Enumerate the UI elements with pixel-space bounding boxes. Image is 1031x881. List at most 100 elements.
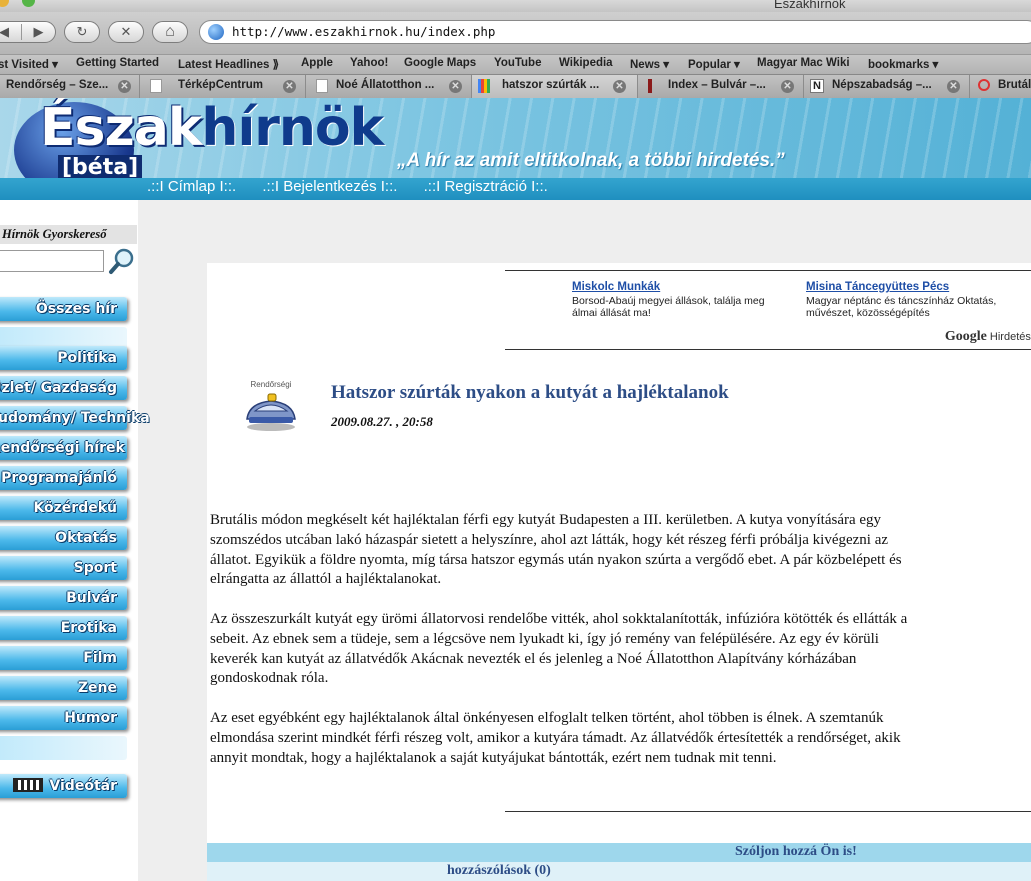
quick-search-input[interactable]: [0, 250, 104, 272]
site-logo[interactable]: Északhírnök: [40, 98, 384, 158]
article-body: Brutális módon megkéselt két hajléktalan…: [210, 511, 925, 788]
article-paragraph: Az eset egyébként egy hajléktalanok álta…: [210, 709, 901, 766]
article-paragraph: Az összeszurkált kutyát egy ürömi állato…: [210, 610, 908, 687]
tab-close-icon[interactable]: ✕: [118, 80, 131, 93]
tab-close-icon[interactable]: ✕: [283, 80, 296, 93]
tab-label: Népszabadság –...: [832, 79, 932, 91]
article-date: 2009.08.27. , 20:58: [331, 414, 433, 429]
header-nav: .::I Címlap I::. .::I Bejelentkezés I::.…: [147, 178, 570, 195]
tab-nepszabadsag[interactable]: N Népszabadság –... ✕: [804, 75, 970, 98]
police-category-icon: Rendőrségi: [243, 380, 299, 434]
reload-button[interactable]: ↻: [64, 21, 100, 43]
tab-close-icon[interactable]: ✕: [781, 80, 794, 93]
menu-tudomany-technika[interactable]: Tudomány/ Technika: [0, 406, 150, 430]
browser-toolbar: ◀ ▶ ↻ ✕ ⌂ http://www.eszakhirnok.hu/inde…: [0, 12, 1031, 54]
menu-kozerdeku[interactable]: Közérdekű: [0, 496, 127, 520]
menu-politika[interactable]: Politika: [0, 346, 127, 370]
comment-cta-bar: Szóljon hozzá Ön is!: [207, 843, 1031, 862]
tab-close-icon[interactable]: ✕: [613, 80, 626, 93]
google-ads-label[interactable]: Google Hirdetése: [945, 329, 1031, 345]
bookmark-latest-headlines[interactable]: Latest Headlines ⟫: [178, 57, 279, 71]
tab-terkepcentrum[interactable]: TérképCentrum ✕: [140, 75, 306, 98]
tab-brutal[interactable]: Brutál: [970, 75, 1031, 98]
ad-item: Misina Táncegyüttes Pécs Magyar néptánc …: [806, 281, 1026, 319]
ad-item: Miskolc Munkák Borsod-Abaúj megyei állás…: [572, 281, 792, 319]
menu-bulvar[interactable]: Bulvár: [0, 586, 127, 610]
back-button[interactable]: ◀: [0, 24, 21, 40]
tab-bar: Rendőrség – Sze... ✕ TérképCentrum ✕ Noé…: [0, 74, 1031, 98]
tab-label: TérképCentrum: [178, 79, 263, 91]
minimize-light-icon[interactable]: [0, 0, 9, 7]
bookmark-apple[interactable]: Apple: [301, 57, 333, 69]
stop-icon: ✕: [120, 24, 132, 39]
home-icon: ⌂: [165, 23, 175, 40]
tab-index-bulvar[interactable]: Index – Bulvár –... ✕: [638, 75, 804, 98]
tab-close-icon[interactable]: ✕: [947, 80, 960, 93]
back-forward-buttons: ◀ ▶: [0, 21, 56, 43]
search-favicon-icon: [978, 79, 990, 91]
menu-humor[interactable]: Humor: [0, 706, 127, 730]
bookmark-youtube[interactable]: YouTube: [494, 57, 541, 69]
ad-text: Magyar néptánc és táncszínház Oktatás, m…: [806, 295, 997, 319]
nav-link-bejelentkezes[interactable]: .::I Bejelentkezés I::.: [262, 178, 397, 195]
ad-link[interactable]: Miskolc Munkák: [572, 281, 792, 293]
film-strip-icon: [13, 778, 44, 792]
forward-button[interactable]: ▶: [21, 24, 55, 40]
bookmark-folder[interactable]: bookmarks ▾: [868, 57, 938, 71]
bookmark-google-maps[interactable]: Google Maps: [404, 57, 476, 69]
address-bar[interactable]: http://www.eszakhirnok.hu/index.php: [199, 20, 1031, 44]
comment-count-bar: hozzászólások (0): [207, 862, 1031, 881]
bookmark-wikipedia[interactable]: Wikipedia: [559, 57, 613, 69]
site-globe-icon: [208, 24, 224, 40]
menu-sport[interactable]: Sport: [0, 556, 127, 580]
ad-text: Borsod-Abaúj megyei állások, találja meg…: [572, 295, 765, 319]
nav-link-cimlap[interactable]: .::I Címlap I::.: [147, 178, 236, 195]
menu-videotar[interactable]: Videótár: [0, 774, 127, 798]
article-paragraph: Brutális módon megkéselt két hajléktalan…: [210, 512, 902, 588]
ad-link[interactable]: Misina Táncegyüttes Pécs: [806, 281, 1026, 293]
bookmarks-bar: st Visited ▾ Getting Started Latest Head…: [0, 54, 1031, 74]
bookmark-yahoo[interactable]: Yahoo!: [350, 57, 388, 69]
comment-cta-link[interactable]: Szóljon hozzá Ön is!: [735, 844, 857, 860]
logo-text-a: Észak: [40, 98, 202, 158]
police-car-icon: [246, 393, 296, 431]
window-title: Északhírnök: [774, 0, 846, 11]
bookmark-most-visited[interactable]: st Visited ▾: [0, 57, 58, 71]
site-slogan: „A hír az amit eltitkolnak, a többi hird…: [397, 150, 785, 171]
zoom-light-icon[interactable]: [22, 0, 35, 7]
search-icon[interactable]: [108, 247, 136, 275]
menu-zene[interactable]: Zene: [0, 676, 127, 700]
tab-label: Index – Bulvár –...: [668, 79, 766, 91]
menu-osszes-hir[interactable]: Összes hír: [0, 297, 127, 321]
tab-label: Rendőrség – Sze...: [6, 79, 109, 91]
bookmark-magyar-mac-wiki[interactable]: Magyar Mac Wiki: [757, 57, 850, 69]
comment-count-link[interactable]: hozzászólások (0): [447, 863, 551, 879]
menu-film[interactable]: Film: [0, 646, 127, 670]
home-button[interactable]: ⌂: [152, 21, 188, 43]
tab-close-icon[interactable]: ✕: [449, 80, 462, 93]
article-title: Hatszor szúrták nyakon a kutyát a hajlék…: [331, 382, 729, 403]
tab-rendorseg[interactable]: Rendőrség – Sze... ✕: [0, 75, 140, 98]
quick-search-title: Hírnök Gyorskereső: [0, 225, 137, 244]
page-icon: [150, 79, 162, 93]
tab-noe-allatotthon[interactable]: Noé Állatotthon ... ✕: [306, 75, 472, 98]
stop-button[interactable]: ✕: [108, 21, 144, 43]
n-favicon-icon: N: [810, 79, 824, 93]
url-text[interactable]: http://www.eszakhirnok.hu/index.php: [232, 23, 496, 41]
menu-oktatas[interactable]: Oktatás: [0, 526, 127, 550]
site-header: Északhírnök [béta] „A hír az amit eltitk…: [0, 98, 1031, 200]
bookmark-news[interactable]: News ▾: [630, 57, 669, 71]
menu-videotar-label: Videótár: [49, 778, 117, 794]
menu-rendorsegi-hirek[interactable]: Rendőrségi hírek: [0, 436, 127, 460]
bookmark-popular[interactable]: Popular ▾: [688, 57, 740, 71]
menu-erotika[interactable]: Erotika: [0, 616, 127, 640]
logo-text-b: hírnök: [201, 98, 384, 158]
reload-icon: ↻: [76, 24, 88, 39]
bookmark-getting-started[interactable]: Getting Started: [76, 57, 159, 69]
tab-hatszor-szurtak[interactable]: hatszor szúrták ... ✕: [472, 75, 638, 98]
sidebar: Hírnök Gyorskereső Összes hír Politika Ü…: [0, 200, 150, 881]
nav-link-regisztracio[interactable]: .::I Regisztráció I::.: [424, 178, 548, 195]
google-logo: Google: [944, 329, 987, 344]
menu-uzlet-gazdasag[interactable]: Üzlet/ Gazdaság: [0, 376, 127, 400]
menu-programajanlo[interactable]: Programajánló: [0, 466, 127, 490]
